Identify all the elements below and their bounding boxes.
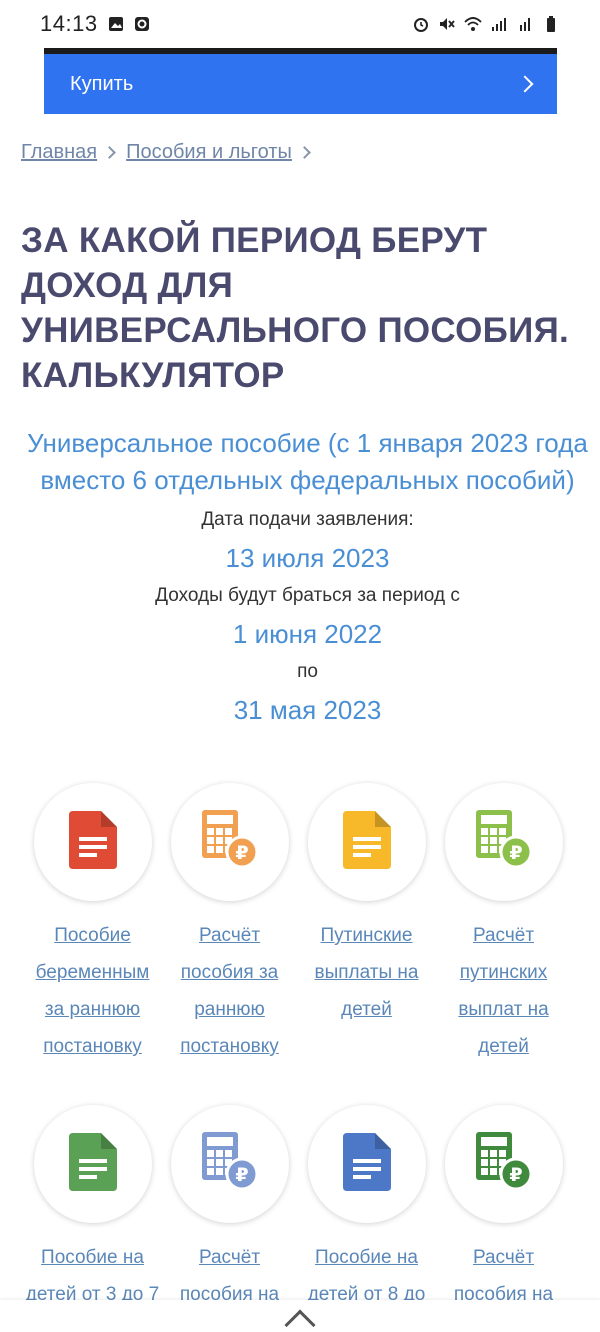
benefit-tile[interactable]: Пособие на детей от 8 до 17 лет — [298, 1105, 435, 1332]
bottom-bar — [0, 1300, 600, 1332]
tile-icon-circle[interactable]: ₽ — [170, 783, 289, 901]
benefit-tile[interactable]: ₽ Расчёт путинских выплат на детей — [435, 783, 572, 1065]
status-time: 14:13 — [40, 11, 98, 36]
tile-icon-circle[interactable]: ₽ — [444, 1105, 563, 1223]
svg-text:₽: ₽ — [509, 1164, 522, 1186]
benefit-tile[interactable]: ₽ Расчёт пособия за раннюю постановку — [161, 783, 298, 1065]
document-icon — [68, 810, 117, 874]
document-icon — [68, 1132, 117, 1196]
calculator-ruble-icon: ₽ — [474, 1131, 534, 1197]
tile-link[interactable]: Расчёт путинских выплат на детей — [435, 917, 572, 1065]
document-icon — [342, 810, 391, 874]
svg-text:₽: ₽ — [509, 842, 522, 864]
tile-icon-circle[interactable] — [307, 783, 426, 901]
image-icon — [108, 17, 123, 31]
tile-icon-circle[interactable]: ₽ — [444, 783, 563, 901]
signal-r-icon — [520, 18, 530, 31]
benefit-tile[interactable]: ₽Расчёт пособия на детей от 8 до 17 лет — [435, 1105, 572, 1332]
signal-icon — [492, 18, 506, 31]
buy-button-label: Купить — [70, 72, 134, 95]
wifi-icon — [464, 17, 482, 31]
tile-icon-circle[interactable] — [33, 1105, 152, 1223]
buy-button[interactable]: Купить — [44, 54, 557, 114]
chevron-right-icon — [516, 75, 534, 93]
chevron-right-icon — [298, 146, 311, 159]
application-date-value: 13 июля 2023 — [225, 543, 390, 573]
tile-link[interactable]: Пособие беременным за раннюю постановку — [24, 917, 161, 1065]
breadcrumb-home-link[interactable]: Главная — [21, 141, 97, 164]
tile-link[interactable]: Путинские выплаты на детей — [298, 917, 435, 1028]
svg-text:₽: ₽ — [235, 1164, 248, 1186]
calculator-result: Универсальное пособие (с 1 января 2023 г… — [20, 425, 595, 733]
period-end-value: 31 мая 2023 — [233, 695, 382, 725]
alarm-icon — [414, 18, 428, 32]
tile-icon-circle[interactable] — [33, 783, 152, 901]
benefit-tiles-grid: Пособие беременным за раннюю постановку ₽… — [24, 783, 580, 1332]
benefit-tile[interactable]: Пособие беременным за раннюю постановку — [24, 783, 161, 1065]
chevron-up-icon[interactable] — [284, 1309, 316, 1332]
calculator-ruble-icon: ₽ — [200, 1131, 260, 1197]
tile-icon-circle[interactable]: ₽ — [170, 1105, 289, 1223]
benefit-tile[interactable]: Пособие на детей от 3 до 7 лет — [24, 1105, 161, 1332]
breadcrumb: Главная Пособия и льготы — [21, 141, 313, 164]
period-label: Доходы будут браться за период с — [155, 585, 460, 606]
page-title: За какой период берут доход для универса… — [21, 221, 570, 395]
tile-icon-circle[interactable] — [307, 1105, 426, 1223]
calculator-ruble-icon: ₽ — [200, 809, 260, 875]
tile-link[interactable]: Расчёт пособия за раннюю постановку — [161, 917, 298, 1065]
calculator-ruble-icon: ₽ — [474, 809, 534, 875]
document-icon — [342, 1132, 391, 1196]
calculator-heading: Универсальное пособие (с 1 января 2023 г… — [27, 428, 588, 495]
benefit-tile[interactable]: Путинские выплаты на детей — [298, 783, 435, 1065]
benefit-tile[interactable]: ₽Расчёт пособия на детей от 3 до 7 лет — [161, 1105, 298, 1332]
period-to-label: по — [297, 661, 318, 682]
mute-icon — [440, 18, 455, 30]
battery-icon — [547, 16, 555, 32]
buy-banner: Купить — [44, 48, 557, 114]
svg-text:₽: ₽ — [235, 842, 248, 864]
application-date-label: Дата подачи заявления: — [201, 509, 414, 530]
app-icon — [134, 17, 149, 31]
period-start-value: 1 июня 2022 — [232, 619, 383, 649]
breadcrumb-benefits-link[interactable]: Пособия и льготы — [126, 141, 292, 164]
chevron-right-icon — [103, 146, 116, 159]
status-bar: 14:13 — [0, 0, 600, 48]
